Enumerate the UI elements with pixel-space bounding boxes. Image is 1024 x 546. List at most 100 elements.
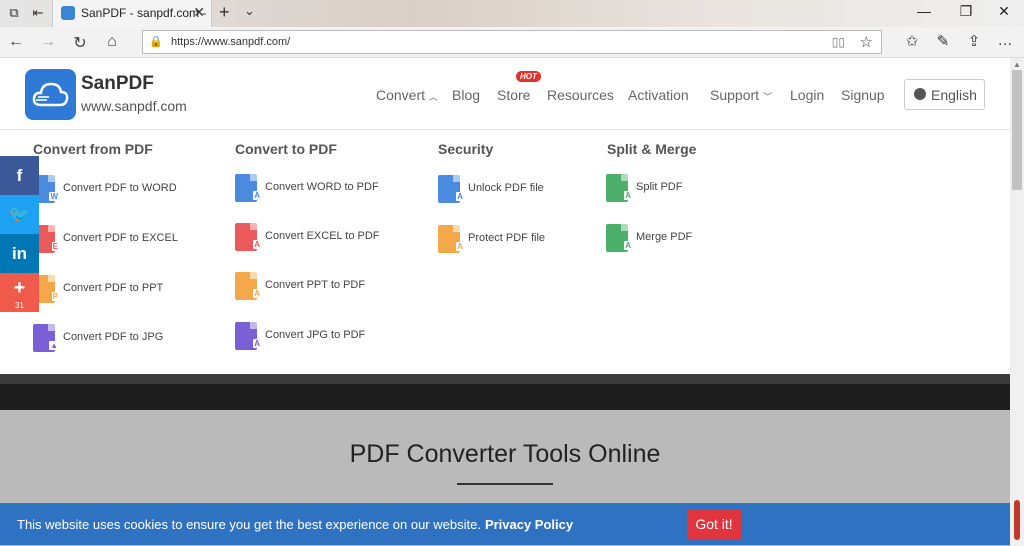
menu-item-label: Unlock PDF file <box>468 182 544 194</box>
nav-convert[interactable]: Convert ︿ <box>376 87 438 103</box>
menu-item-label: Protect PDF file <box>468 232 546 244</box>
brand-name[interactable]: SanPDF <box>81 73 154 95</box>
menu-item-label: Convert PDF to JPG <box>63 331 164 343</box>
file-type-mark: P <box>51 292 59 301</box>
forward-icon[interactable]: → <box>38 33 58 51</box>
brand-url[interactable]: www.sanpdf.com <box>81 98 187 114</box>
sanpdf-logo-icon[interactable] <box>25 69 76 120</box>
file-type-mark: A <box>456 192 464 201</box>
nav-support[interactable]: Support ﹀ <box>710 87 772 103</box>
hero-title: PDF Converter Tools Online <box>349 440 661 468</box>
linkedin-icon: in <box>11 244 28 263</box>
file-type-mark: A <box>253 191 261 200</box>
menu-col-title-from-pdf: Convert from PDF <box>33 141 153 157</box>
menu-item-label: Merge PDF <box>636 231 693 243</box>
nav-blog[interactable]: Blog <box>452 87 480 103</box>
menu-item-label: Convert WORD to PDF <box>265 181 379 193</box>
favorite-star-icon[interactable]: ☆ <box>860 33 873 51</box>
tab-favicon-icon <box>61 6 75 20</box>
more-options-icon[interactable]: … <box>995 32 1015 49</box>
menu-col-title-split-merge: Split & Merge <box>607 141 697 157</box>
menu-item-label: Convert JPG to PDF <box>265 329 366 341</box>
privacy-policy-link[interactable]: Privacy Policy <box>485 517 573 532</box>
hero-divider <box>457 483 553 485</box>
cookie-accept-button[interactable]: Got it! <box>687 509 741 540</box>
menu-item-label: Convert PDF to PPT <box>63 282 164 294</box>
cookie-text: This website uses cookies to ensure you … <box>17 517 481 532</box>
tab-close-icon[interactable]: ✕ <box>193 4 205 21</box>
lock-icon[interactable]: 🔒 <box>149 35 163 48</box>
menu-item-label: Split PDF <box>636 181 683 193</box>
facebook-share-button[interactable]: f <box>0 156 39 195</box>
menu-item-label: Convert PDF to WORD <box>63 182 177 194</box>
linkedin-share-button[interactable]: in <box>0 234 39 273</box>
excel-to-pdf-icon: A <box>235 223 261 251</box>
plus-icon: + <box>13 277 26 299</box>
close-window-icon[interactable]: ✕ <box>984 3 1024 20</box>
jpg-to-pdf-icon: A <box>235 322 261 350</box>
cookie-banner: This website uses cookies to ensure you … <box>0 503 1010 545</box>
file-type-mark: A <box>253 289 261 298</box>
nav-convert-label: Convert <box>376 87 426 103</box>
address-bar[interactable]: 🔒 https://www.sanpdf.com/ ▯▯ ☆ <box>142 30 882 54</box>
nav-login[interactable]: Login <box>790 87 824 103</box>
new-tab-icon[interactable]: + <box>219 2 230 23</box>
share-icon[interactable]: ⇪ <box>964 32 984 50</box>
cookie-message: This website uses cookies to ensure you … <box>17 517 573 532</box>
menu-item-label: Convert PPT to PDF <box>265 279 366 291</box>
address-toolbar: ← → ↻ ⌂ 🔒 https://www.sanpdf.com/ ▯▯ ☆ ✩… <box>0 27 1024 58</box>
language-selector[interactable]: English <box>904 79 985 110</box>
more-share-button[interactable]: + 31 <box>0 273 39 312</box>
scroll-thumb[interactable] <box>1012 70 1022 190</box>
refresh-icon[interactable]: ↻ <box>70 33 90 53</box>
twitter-share-button[interactable]: 🐦 <box>0 195 39 234</box>
globe-icon <box>914 88 926 100</box>
favorites-icon[interactable]: ✩ <box>902 32 922 50</box>
file-type-mark: A <box>253 339 261 348</box>
nav-signup[interactable]: Signup <box>841 87 885 103</box>
reading-view-icon[interactable]: ▯▯ <box>832 35 845 49</box>
unlock-pdf-icon: A <box>438 175 464 203</box>
facebook-icon: f <box>16 166 23 185</box>
menu-col-title-security: Security <box>438 141 494 157</box>
scroll-indicator <box>1014 500 1020 540</box>
hero-image-edge <box>0 374 1010 384</box>
twitter-icon: 🐦 <box>8 205 31 224</box>
chevron-down-icon: ﹀ <box>762 92 772 102</box>
protect-pdf-icon: A <box>438 225 464 253</box>
tab-list-chevron-icon[interactable]: ⌄ <box>244 3 255 19</box>
set-aside-tabs-icon[interactable]: ⇤ <box>30 5 46 21</box>
web-page: SanPDF www.sanpdf.com Convert ︿ Blog HOT… <box>0 58 1010 546</box>
file-type-mark: ▲ <box>49 341 59 350</box>
file-type-mark: A <box>253 240 261 249</box>
tab-manager-icon[interactable]: ⧉ <box>6 5 22 21</box>
share-count: 31 <box>15 301 24 310</box>
menu-col-title-to-pdf: Convert to PDF <box>235 141 337 157</box>
scroll-up-icon[interactable]: ▲ <box>1013 60 1021 69</box>
restore-icon[interactable]: ❐ <box>946 3 986 20</box>
site-header: SanPDF www.sanpdf.com Convert ︿ Blog HOT… <box>0 58 1010 130</box>
browser-tab[interactable]: SanPDF - sanpdf.com - ✕ <box>52 0 212 27</box>
tab-title: SanPDF - sanpdf.com - <box>81 6 207 20</box>
file-type-mark: A <box>456 242 464 251</box>
file-type-mark: A <box>624 241 632 250</box>
minimize-icon[interactable]: — <box>904 3 944 19</box>
nav-resources[interactable]: Resources <box>547 87 614 103</box>
file-type-mark: E <box>51 242 59 251</box>
file-type-mark: W <box>49 192 59 201</box>
back-icon[interactable]: ← <box>6 33 26 51</box>
nav-activation[interactable]: Activation <box>628 87 689 103</box>
page-scrollbar[interactable]: ▲ <box>1010 58 1024 546</box>
nav-support-label: Support <box>710 87 760 103</box>
url-text[interactable]: https://www.sanpdf.com/ <box>171 36 290 48</box>
menu-item-label: Convert EXCEL to PDF <box>265 230 380 242</box>
browser-tab-bar: ⧉ ⇤ SanPDF - sanpdf.com - ✕ + ⌄ — ❐ ✕ <box>0 0 1024 27</box>
file-type-mark: A <box>624 191 632 200</box>
ppt-to-pdf-icon: A <box>235 272 261 300</box>
home-icon[interactable]: ⌂ <box>102 33 122 51</box>
language-label: English <box>931 87 977 103</box>
nav-store[interactable]: Store <box>497 87 530 103</box>
hot-badge: HOT <box>516 71 541 82</box>
pen-icon[interactable]: ✎ <box>933 32 953 50</box>
menu-item-label: Convert PDF to EXCEL <box>63 232 178 244</box>
